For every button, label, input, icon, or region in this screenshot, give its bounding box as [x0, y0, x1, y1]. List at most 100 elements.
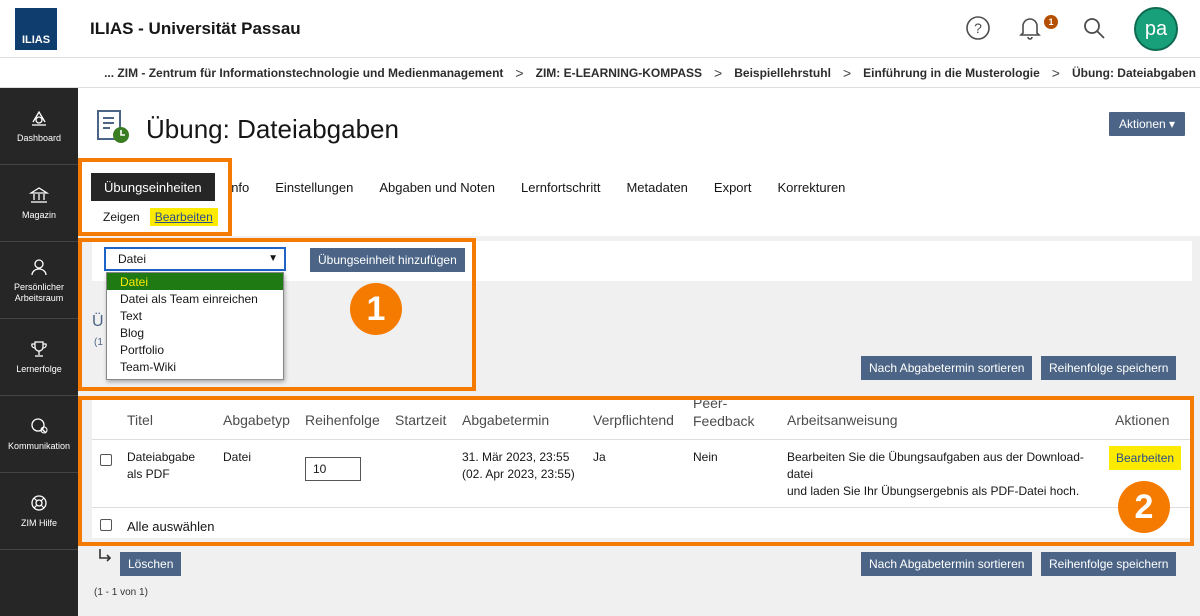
col-header-aktionen: Aktionen [1115, 412, 1170, 428]
select-value: Datei [118, 252, 147, 266]
select-all-checkbox[interactable] [100, 519, 112, 531]
cell-type: Datei [223, 450, 252, 464]
option-team-wiki[interactable]: Team-Wiki [107, 358, 283, 375]
save-order-button[interactable]: Reihenfolge speichern [1041, 552, 1177, 576]
trophy-icon [31, 341, 47, 357]
help-icon[interactable]: ? [964, 14, 992, 42]
tab-uebungseinheiten[interactable]: Übungseinheiten [91, 173, 215, 201]
search-icon[interactable] [1080, 14, 1108, 42]
chevron-right-icon: > [1051, 64, 1060, 81]
sort-by-deadline-button[interactable]: Nach Abgabetermin sortieren [861, 356, 1033, 380]
mainbar-label: Lernerfolge [16, 364, 62, 374]
mainbar-item-zim-hilfe[interactable]: ZIM Hilfe [0, 473, 78, 550]
option-blog[interactable]: Blog [107, 324, 283, 341]
cell-deadline: 31. Mär 2023, 23:55 (02. Apr 2023, 23:55… [462, 449, 575, 483]
mainbar-item-workspace[interactable]: Persönlicher Arbeitsraum [0, 242, 78, 319]
tab-bar: Übungseinheiten Info Einstellungen Abgab… [91, 173, 858, 201]
dashboard-icon [32, 110, 46, 126]
tab-metadaten[interactable]: Metadaten [613, 173, 700, 201]
corner-arrow-icon [99, 549, 112, 562]
tab-abgaben-und-noten[interactable]: Abgaben und Noten [366, 173, 508, 201]
deadline-line: (02. Apr 2023, 23:55) [462, 467, 575, 481]
mainbar-label: Dashboard [16, 133, 62, 143]
col-header-abgabetermin[interactable]: Abgabetermin [462, 412, 549, 428]
lifebuoy-icon [31, 495, 47, 511]
breadcrumb: ... ZIM - Zentrum für Informationstechno… [0, 58, 1200, 88]
mainbar-label: ZIM Hilfe [21, 518, 57, 528]
unit-type-select[interactable]: Datei ▼ [104, 247, 286, 271]
chevron-right-icon: > [714, 64, 723, 81]
annotation-badge-2: 2 [1118, 481, 1170, 533]
option-text[interactable]: Text [107, 307, 283, 324]
col-header-titel[interactable]: Titel [127, 412, 153, 428]
subtab-zeigen[interactable]: Zeigen [103, 210, 140, 224]
mainbar-item-dashboard[interactable]: Dashboard [0, 88, 78, 165]
breadcrumb-item[interactable]: Beispiellehrstuhl [734, 66, 831, 80]
breadcrumb-item-current[interactable]: Übung: Dateiabgaben [1072, 66, 1196, 80]
col-header-verpflichtend[interactable]: Verpflichtend [593, 412, 674, 428]
col-header-peer-feedback[interactable]: Peer-Feedback [693, 394, 763, 430]
breadcrumb-item[interactable]: ... ZIM - Zentrum für Informationstechno… [104, 66, 503, 80]
annotation-badge-1: 1 [350, 283, 402, 335]
col-header-reihenfolge[interactable]: Reihenfolge [305, 412, 380, 428]
cell-title-line: als PDF [127, 467, 170, 481]
edit-button[interactable]: Bearbeiten [1109, 446, 1182, 470]
mainbar-item-lernerfolge[interactable]: Lernerfolge [0, 319, 78, 396]
breadcrumb-item[interactable]: Einführung in die Musterologie [863, 66, 1040, 80]
page-title: Übung: Dateiabgaben [146, 114, 399, 144]
ilias-logo[interactable]: ILIAS [15, 8, 57, 50]
unit-type-options: Datei Datei als Team einreichen Text Blo… [106, 272, 284, 380]
tab-korrekturen[interactable]: Korrekturen [764, 173, 858, 201]
save-order-button[interactable]: Reihenfolge speichern [1041, 356, 1177, 380]
cell-title[interactable]: Dateiabgabe als PDF [127, 449, 195, 483]
mainbar-label: Persönlicher Arbeitsraum [13, 281, 65, 303]
avatar[interactable]: pa [1134, 7, 1178, 51]
bank-icon [29, 187, 49, 203]
app-title[interactable]: ILIAS - Universität Passau [90, 19, 301, 39]
tab-info[interactable]: Info [215, 173, 263, 201]
row-divider [92, 439, 1192, 440]
add-unit-button[interactable]: Übungseinheit hinzufügen [310, 248, 465, 272]
header-panel: Übung: Dateiabgaben Aktionen ▾ Übungsein… [78, 88, 1200, 236]
chevron-down-icon: ▼ [268, 253, 278, 264]
mainbar-label: Kommunikation [7, 441, 71, 451]
col-header-abgabetyp[interactable]: Abgabetyp [223, 412, 290, 428]
main-bar: Dashboard Magazin Persönlicher Arbeitsra… [0, 88, 78, 616]
breadcrumb-item[interactable]: ZIM: E-LEARNING-KOMPASS [536, 66, 702, 80]
top-bar: ILIAS ILIAS - Universität Passau ? 1 pa [0, 0, 1200, 58]
subtab-bar: Zeigen Bearbeiten [103, 208, 228, 226]
order-input[interactable]: 10 [305, 457, 361, 481]
tab-einstellungen[interactable]: Einstellungen [262, 173, 366, 201]
mainbar-item-magazin[interactable]: Magazin [0, 165, 78, 242]
exercise-icon [97, 110, 129, 143]
bottom-toolbar: Löschen Nach Abgabetermin sortieren Reih… [92, 538, 1192, 578]
svg-text:?: ? [974, 20, 982, 36]
row-checkbox[interactable] [100, 454, 112, 466]
sort-by-deadline-button[interactable]: Nach Abgabetermin sortieren [861, 552, 1033, 576]
tab-lernfortschritt[interactable]: Lernfortschritt [508, 173, 613, 201]
actions-dropdown-button[interactable]: Aktionen ▾ [1109, 112, 1186, 136]
section-heading-peek: Ü [92, 313, 104, 330]
row-divider [92, 507, 1192, 508]
instruction-line: und laden Sie Ihr Übungsergebnis als PDF… [787, 484, 1080, 498]
count-peek: (1 [94, 337, 103, 348]
select-all-label[interactable]: Alle auswählen [127, 518, 214, 535]
chevron-right-icon: > [842, 64, 852, 81]
chat-icon [31, 418, 48, 434]
subtab-bearbeiten[interactable]: Bearbeiten [149, 208, 218, 226]
cell-mandatory: Ja [593, 450, 606, 464]
cell-peer-feedback: Nein [693, 450, 718, 464]
option-datei-team[interactable]: Datei als Team einreichen [107, 290, 283, 307]
col-header-arbeitsanweisung[interactable]: Arbeitsanweisung [787, 412, 898, 428]
option-portfolio[interactable]: Portfolio [107, 341, 283, 358]
instruction-line: Bearbeiten Sie die Übungsaufgaben aus de… [787, 450, 1084, 464]
tab-export[interactable]: Export [701, 173, 765, 201]
mainbar-item-kommunikation[interactable]: Kommunikation [0, 396, 78, 473]
delete-button[interactable]: Löschen [120, 552, 182, 576]
chevron-right-icon: > [515, 64, 524, 81]
notification-badge: 1 [1044, 15, 1058, 29]
col-header-startzeit[interactable]: Startzeit [395, 412, 446, 428]
bell-icon[interactable] [1016, 14, 1044, 42]
option-datei[interactable]: Datei [107, 273, 283, 290]
cell-title-line: Dateiabgabe [127, 450, 196, 464]
